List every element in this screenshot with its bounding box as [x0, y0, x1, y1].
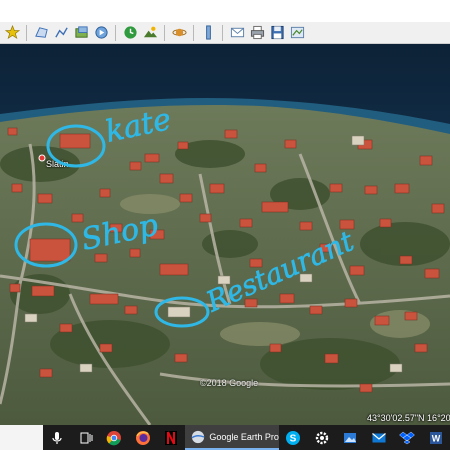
word-icon[interactable]: W	[421, 425, 450, 450]
planets-icon[interactable]	[170, 24, 188, 42]
netflix-icon[interactable]	[157, 425, 186, 450]
photos-icon[interactable]	[336, 425, 365, 450]
sun-icon[interactable]	[141, 24, 159, 42]
skype-icon[interactable]: S	[279, 425, 308, 450]
coordinates-readout: 43°30'02.57"N 16°20	[367, 413, 450, 423]
screen: Slatin kate Shop Restaurant ©2018 Google…	[0, 0, 450, 450]
window-top-strip	[0, 0, 450, 22]
tour-icon[interactable]	[92, 24, 110, 42]
path-icon[interactable]	[52, 24, 70, 42]
overlay-icon[interactable]	[72, 24, 90, 42]
chrome-icon[interactable]	[100, 425, 129, 450]
toolbar-separator	[222, 24, 223, 41]
dropbox-icon[interactable]	[393, 425, 422, 450]
taskbar-search-area[interactable]	[0, 425, 43, 450]
svg-text:W: W	[431, 433, 440, 443]
taskbar-app-label: Google Earth Pro	[209, 431, 279, 442]
annotation-kate: kate	[102, 102, 174, 150]
print-icon[interactable]	[248, 24, 266, 42]
toolbar-separator	[164, 24, 165, 41]
save-image-icon[interactable]	[268, 24, 286, 42]
toolbar	[0, 22, 450, 44]
satellite-map-view[interactable]: Slatin kate Shop Restaurant ©2018 Google…	[0, 44, 450, 425]
pin-icon[interactable]	[3, 24, 21, 42]
maps-icon[interactable]	[288, 24, 306, 42]
firefox-icon[interactable]	[128, 425, 157, 450]
imagery-copyright: ©2018 Google	[200, 378, 259, 388]
polygon-icon[interactable]	[32, 24, 50, 42]
settings-icon[interactable]	[307, 425, 336, 450]
svg-text:S: S	[290, 433, 297, 444]
toolbar-separator	[115, 24, 116, 41]
shop-circle	[14, 222, 78, 268]
microphone-icon[interactable]	[43, 425, 72, 450]
annotation-shop: Shop	[78, 208, 161, 258]
restaurant-circle	[154, 296, 210, 328]
mail-icon[interactable]	[364, 425, 393, 450]
taskbar-google-earth-pro[interactable]: Google Earth Pro	[185, 425, 279, 450]
google-earth-icon	[191, 430, 205, 443]
ruler-icon[interactable]	[199, 24, 217, 42]
kate-circle	[46, 124, 106, 168]
annotation-restaurant: Restaurant	[201, 224, 360, 319]
toolbar-separator	[193, 24, 194, 41]
annotation-overlay: kate Shop Restaurant	[14, 102, 360, 328]
history-icon[interactable]	[121, 24, 139, 42]
email-icon[interactable]	[228, 24, 246, 42]
toolbar-separator	[26, 24, 27, 41]
task-view-icon[interactable]	[71, 425, 100, 450]
windows-taskbar: Google Earth Pro S W	[0, 425, 450, 450]
